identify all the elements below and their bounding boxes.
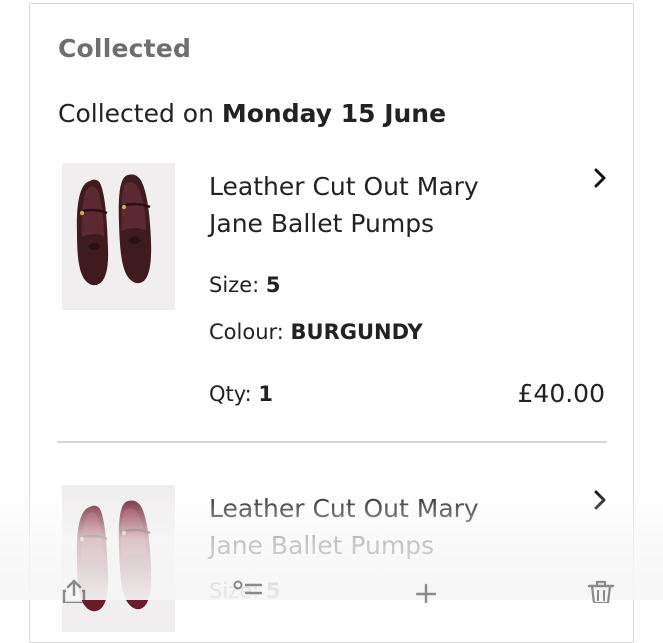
product-image[interactable] (62, 163, 175, 310)
colour-value: BURGUNDY (290, 320, 423, 344)
size-label: Size: (209, 273, 266, 297)
collected-prefix: Collected on (58, 99, 222, 128)
item-price: £40.00 (517, 379, 605, 408)
collected-date-text: Collected on Monday 15 June (58, 99, 446, 128)
item-divider (57, 441, 607, 443)
share-icon[interactable] (58, 577, 90, 603)
qty-label: Qty: (209, 382, 259, 406)
status-title: Collected (58, 34, 192, 63)
qty-value: 1 (258, 382, 274, 406)
trash-icon[interactable] (585, 577, 617, 603)
qty-attribute: Qty: 1 (209, 382, 273, 406)
size-value: 5 (265, 273, 281, 297)
shoe-image (62, 485, 175, 632)
product-name[interactable]: Leather Cut Out Mary Jane Ballet Pumps (209, 490, 539, 564)
product-image[interactable] (62, 485, 175, 632)
collected-date: Monday 15 June (221, 99, 447, 128)
shoe-image (62, 163, 175, 310)
add-icon[interactable] (410, 577, 442, 603)
chevron-right-icon[interactable] (588, 166, 612, 190)
size-value: 5 (265, 579, 281, 603)
order-status-card: Collected Collected on Monday 15 June Le… (29, 3, 634, 643)
list-icon[interactable] (233, 577, 265, 603)
chevron-right-icon[interactable] (588, 488, 612, 512)
colour-attribute: Colour: BURGUNDY (209, 320, 423, 344)
product-name[interactable]: Leather Cut Out Mary Jane Ballet Pumps (209, 168, 539, 242)
colour-label: Colour: (209, 320, 291, 344)
size-attribute: Size: 5 (209, 273, 280, 297)
